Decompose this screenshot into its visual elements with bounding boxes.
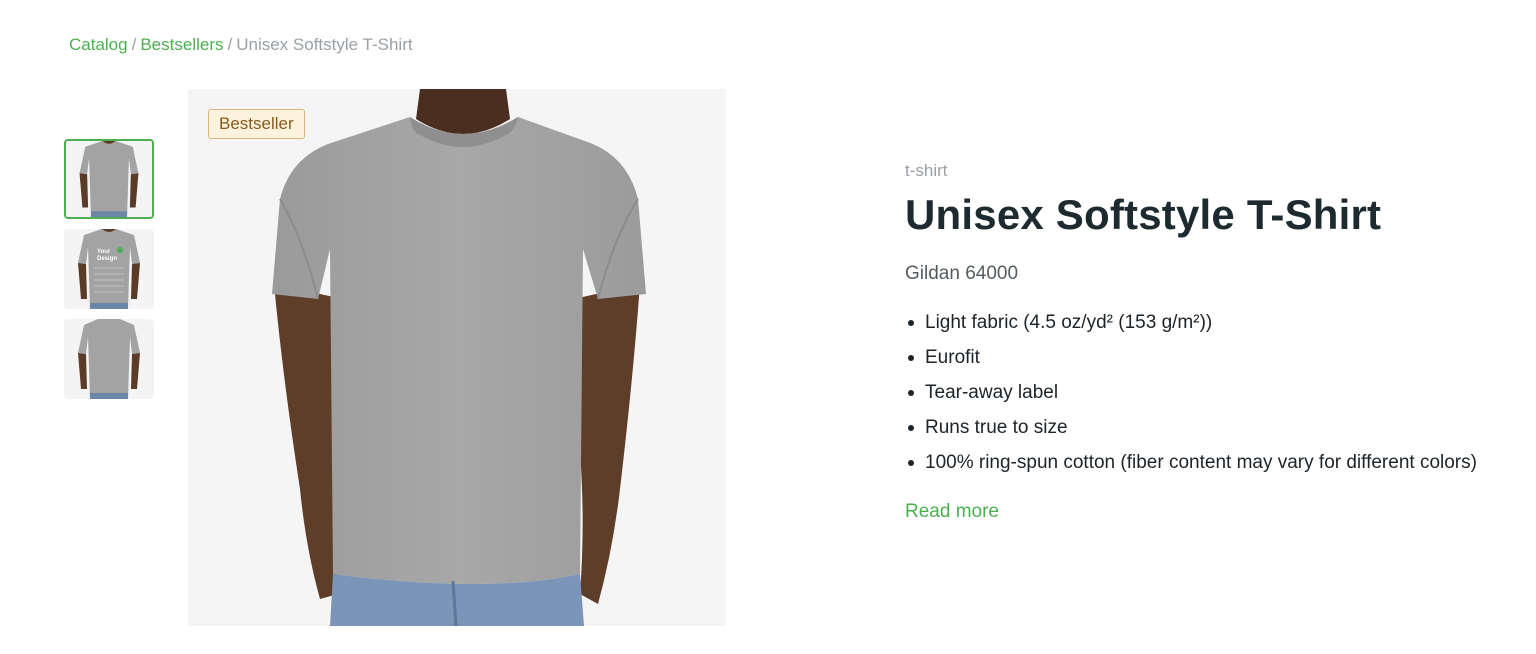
tshirt-back-image	[64, 319, 154, 399]
thumbnail-design-text: Design	[97, 256, 117, 262]
bestseller-badge: Bestseller	[208, 109, 305, 139]
breadcrumb-separator: /	[227, 35, 233, 54]
tshirt-front-design-image: Your Design	[64, 229, 154, 309]
breadcrumb-current: Unisex Softstyle T-Shirt	[236, 35, 413, 54]
feature-list: Light fabric (4.5 oz/yd² (153 g/m²)) Eur…	[905, 308, 1485, 478]
thumbnail-front-design[interactable]: Your Design	[64, 229, 154, 309]
thumbnail-list: Your Design	[64, 139, 154, 409]
tshirt-front-image	[66, 141, 152, 217]
product-model: Gildan 64000	[905, 263, 1019, 284]
product-title: Unisex Softstyle T-Shirt	[905, 191, 1382, 238]
feature-item: Eurofit	[908, 343, 1485, 373]
feature-item: Runs true to size	[908, 413, 1485, 443]
read-more-link[interactable]: Read more	[905, 500, 999, 524]
feature-item: Light fabric (4.5 oz/yd² (153 g/m²))	[908, 308, 1485, 338]
breadcrumb-separator: /	[131, 35, 137, 54]
feature-item: 100% ring-spun cotton (fiber content may…	[908, 448, 1485, 478]
feature-item: Tear-away label	[908, 378, 1485, 408]
thumbnail-design-text: Your	[97, 249, 111, 255]
breadcrumb-link-catalog[interactable]: Catalog	[69, 35, 128, 54]
product-info: t-shirt Unisex Softstyle T-Shirt Gildan …	[905, 160, 1485, 524]
thumbnail-front[interactable]	[64, 139, 154, 219]
product-category: t-shirt	[905, 161, 948, 180]
breadcrumb: Catalog / Bestsellers / Unisex Softstyle T-S…	[69, 34, 413, 56]
tshirt-image	[188, 89, 726, 626]
breadcrumb-link-bestsellers[interactable]: Bestsellers	[140, 35, 223, 54]
main-product-image[interactable]: Bestseller	[188, 89, 726, 626]
thumbnail-back[interactable]	[64, 319, 154, 399]
